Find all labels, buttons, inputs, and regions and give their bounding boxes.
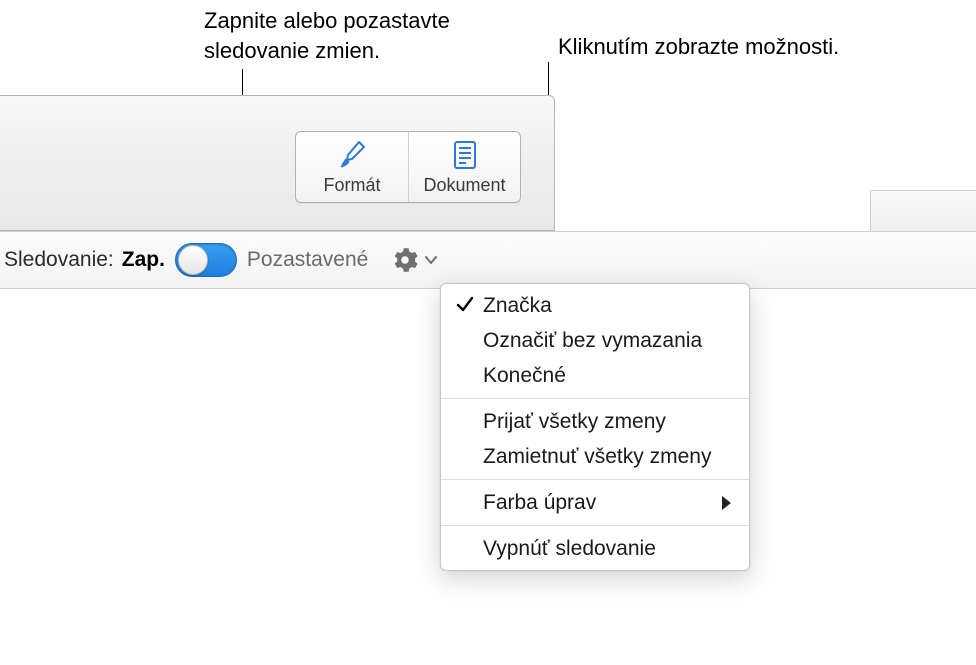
format-paintbrush-icon (337, 138, 367, 172)
callout-show-options: Kliknutím zobrazte možnosti. (558, 32, 958, 62)
menu-item-markup-no-delete[interactable]: Označiť bez vymazania (441, 323, 749, 358)
menu-item-final[interactable]: Konečné (441, 358, 749, 393)
callout-toggle-tracking: Zapnite alebo pozastavte sledovanie zmie… (204, 6, 534, 65)
toolbar: Formát Dokument (0, 95, 555, 231)
chevron-down-icon (424, 253, 438, 267)
tracking-options-button[interactable] (388, 243, 442, 277)
submenu-arrow-icon (722, 496, 731, 510)
menu-item-turn-off-tracking[interactable]: Vypnúť sledovanie (441, 531, 749, 566)
menu-item-label: Označiť bez vymazania (483, 329, 702, 353)
format-button[interactable]: Formát (296, 132, 408, 202)
menu-item-label: Zamietnuť všetky zmeny (483, 445, 711, 469)
checkmark-icon (455, 294, 475, 314)
callout-text: Zapnite alebo pozastavte sledovanie zmie… (204, 8, 450, 63)
document-button[interactable]: Dokument (408, 132, 520, 202)
callout-text: Kliknutím zobrazte možnosti. (558, 34, 839, 59)
menu-item-author-color[interactable]: Farba úprav (441, 485, 749, 520)
panel-edge (870, 190, 976, 232)
menu-item-label: Prijať všetky zmeny (483, 410, 666, 434)
menu-item-accept-all[interactable]: Prijať všetky zmeny (441, 404, 749, 439)
menu-item-label: Značka (483, 294, 552, 318)
menu-item-label: Konečné (483, 364, 566, 388)
format-button-label: Formát (323, 175, 380, 196)
menu-item-markup[interactable]: Značka (441, 288, 749, 323)
tracking-label: Sledovanie: (0, 248, 122, 272)
tracking-state-on: Zap. (122, 248, 175, 272)
menu-separator (441, 398, 749, 399)
tracking-toggle[interactable] (175, 243, 237, 277)
document-button-label: Dokument (423, 175, 505, 196)
toggle-knob (178, 245, 208, 275)
gear-icon (392, 247, 418, 273)
menu-separator (441, 479, 749, 480)
menu-item-label: Farba úprav (483, 491, 596, 515)
toolbar-button-group: Formát Dokument (295, 131, 521, 203)
menu-separator (441, 525, 749, 526)
menu-item-reject-all[interactable]: Zamietnuť všetky zmeny (441, 439, 749, 474)
tracking-options-menu: Značka Označiť bez vymazania Konečné Pri… (440, 283, 750, 571)
tracking-bar: Sledovanie: Zap. Pozastavené (0, 231, 976, 289)
document-page-icon (452, 138, 478, 172)
menu-item-label: Vypnúť sledovanie (483, 537, 656, 561)
tracking-state-paused: Pozastavené (237, 248, 388, 272)
